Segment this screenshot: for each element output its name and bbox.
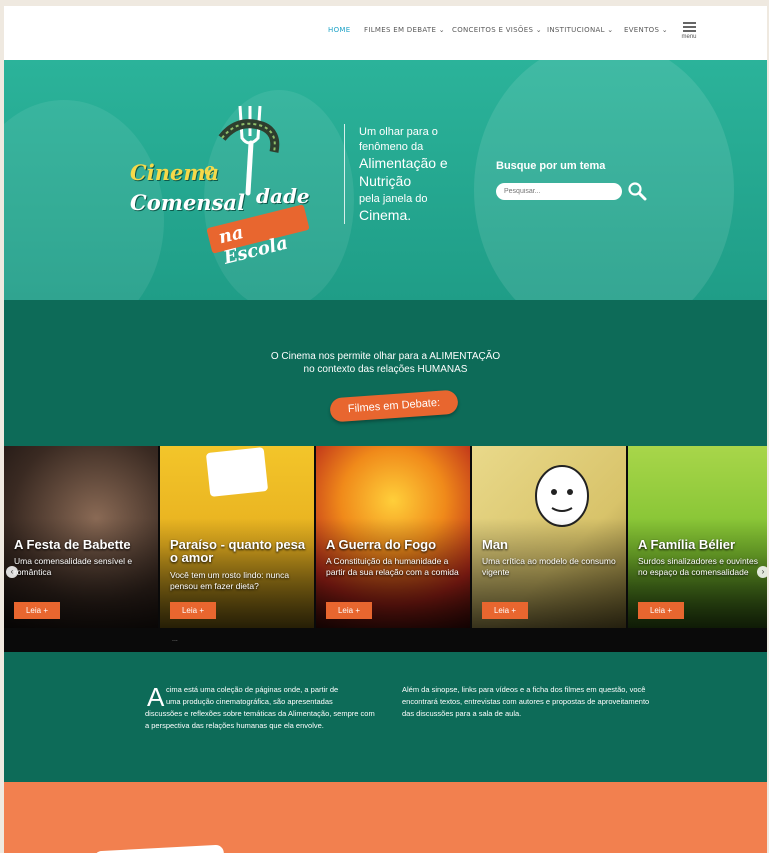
tagline-line-4: Nutrição bbox=[359, 173, 412, 189]
card-description: Uma crítica ao modelo de consumo vigente bbox=[482, 556, 616, 577]
leia-button[interactable]: Leia + bbox=[14, 602, 60, 619]
hero-banner: Cinema e Comensal dade na Escola Um olha… bbox=[4, 60, 767, 300]
card-title: Man bbox=[482, 537, 508, 552]
hamburger-icon bbox=[682, 22, 696, 24]
divider bbox=[344, 124, 345, 224]
orange-section bbox=[4, 782, 767, 853]
hamburger-icon-bar bbox=[682, 26, 696, 28]
card-description: A Constituição da humanidade a partir da… bbox=[326, 556, 459, 577]
tagline-line-1: Um olhar para o bbox=[359, 126, 438, 138]
poster-title-box bbox=[205, 447, 269, 497]
carousel-card[interactable]: A Guerra do Fogo A Constituição da human… bbox=[316, 446, 470, 628]
tagline-line-3: Alimentação e bbox=[359, 155, 448, 171]
page: HOME FILMES EM DEBATE ⌄ CONCEITOS E VISÕ… bbox=[4, 6, 767, 853]
hamburger-icon-bar bbox=[682, 30, 696, 32]
carousel-card[interactable]: A Festa de Babette Uma comensalidade sen… bbox=[4, 446, 158, 628]
card-title: A Guerra do Fogo bbox=[326, 537, 437, 552]
intro-line-1: O Cinema nos permite olhar para a ALIMEN… bbox=[270, 351, 501, 362]
nav-institucional[interactable]: INSTITUCIONAL ⌄ bbox=[547, 26, 613, 34]
card-title: A Família Bélier bbox=[638, 537, 736, 552]
intro-line-2: no contexto das relações HUMANAS bbox=[303, 364, 468, 375]
card-description: Uma comensalidade sensível e romântica bbox=[14, 556, 133, 577]
nav-eventos[interactable]: EVENTOS ⌄ bbox=[624, 26, 668, 34]
leia-button[interactable]: Leia + bbox=[326, 602, 372, 619]
about-col-2: Além da sinopse, links para vídeos e a f… bbox=[402, 685, 650, 718]
about-col-1-top: cima está uma coleção de páginas onde, a… bbox=[166, 684, 376, 708]
about-section: A cima está uma coleção de páginas onde,… bbox=[4, 652, 767, 782]
carousel-prev-arrow-icon[interactable]: ‹ bbox=[6, 566, 18, 578]
carousel-next-arrow-icon[interactable]: › bbox=[757, 566, 767, 578]
about-col-1-rest: discussões e reflexões sobre temáticas d… bbox=[145, 709, 375, 730]
site-logo[interactable]: Cinema e Comensal dade na Escola bbox=[126, 98, 316, 269]
logo-text-comensal: Comensal bbox=[130, 190, 245, 215]
card-description: Surdos sinalizadores e ouvintes no espaç… bbox=[638, 556, 759, 577]
carousel-card[interactable]: A Família Bélier Surdos sinalizadores e … bbox=[628, 446, 767, 628]
nav-conceitos-e-visoes[interactable]: CONCEITOS E VISÕES ⌄ bbox=[452, 26, 542, 34]
nav-filmes-em-debate[interactable]: FILMES EM DEBATE ⌄ bbox=[364, 26, 445, 34]
menu-label: menu bbox=[681, 34, 697, 40]
leia-button[interactable]: Leia + bbox=[482, 602, 528, 619]
filmes-em-debate-button[interactable]: Filmes em Debate: bbox=[329, 389, 459, 423]
leia-button[interactable]: Leia + bbox=[170, 602, 216, 619]
about-col-1-line-2: uma produção cinematográfica, são aprese… bbox=[166, 697, 333, 706]
logo-text-e: e bbox=[204, 160, 215, 180]
tagline-line-5: pela janela do bbox=[359, 193, 428, 205]
drop-cap: A bbox=[147, 682, 165, 712]
about-col-1-line-1: cima está uma coleção de páginas onde, a… bbox=[166, 685, 339, 694]
background-face bbox=[474, 60, 734, 300]
search-input[interactable] bbox=[496, 183, 622, 200]
card-title: Paraíso - quanto pesa o amor bbox=[170, 537, 306, 565]
orange-section-card bbox=[93, 844, 225, 853]
leia-button[interactable]: Leia + bbox=[638, 602, 684, 619]
top-navigation: HOME FILMES EM DEBATE ⌄ CONCEITOS E VISÕ… bbox=[4, 6, 767, 60]
carousel-card[interactable]: Paraíso - quanto pesa o amor Você tem um… bbox=[160, 446, 314, 628]
hamburger-menu-button[interactable]: menu bbox=[678, 20, 700, 46]
film-fork-icon bbox=[218, 105, 280, 196]
tagline-line-6: Cinema. bbox=[359, 207, 412, 223]
intro-section: O Cinema nos permite olhar para a ALIMEN… bbox=[4, 300, 767, 446]
tagline-line-2: fenômeno da bbox=[359, 141, 424, 153]
carousel-dots[interactable]: ... bbox=[172, 636, 178, 643]
film-carousel: A Festa de Babette Uma comensalidade sen… bbox=[4, 446, 767, 652]
intro-text: O Cinema nos permite olhar para a ALIMEN… bbox=[4, 350, 767, 376]
search-label: Busque por um tema bbox=[496, 160, 606, 172]
card-title: A Festa de Babette bbox=[14, 537, 131, 552]
search-icon[interactable] bbox=[627, 181, 647, 201]
nav-home[interactable]: HOME bbox=[328, 26, 350, 34]
card-description: Você tem um rosto lindo: nunca pensou em… bbox=[170, 570, 290, 591]
carousel-card[interactable]: Man Uma crítica ao modelo de consumo vig… bbox=[472, 446, 626, 628]
